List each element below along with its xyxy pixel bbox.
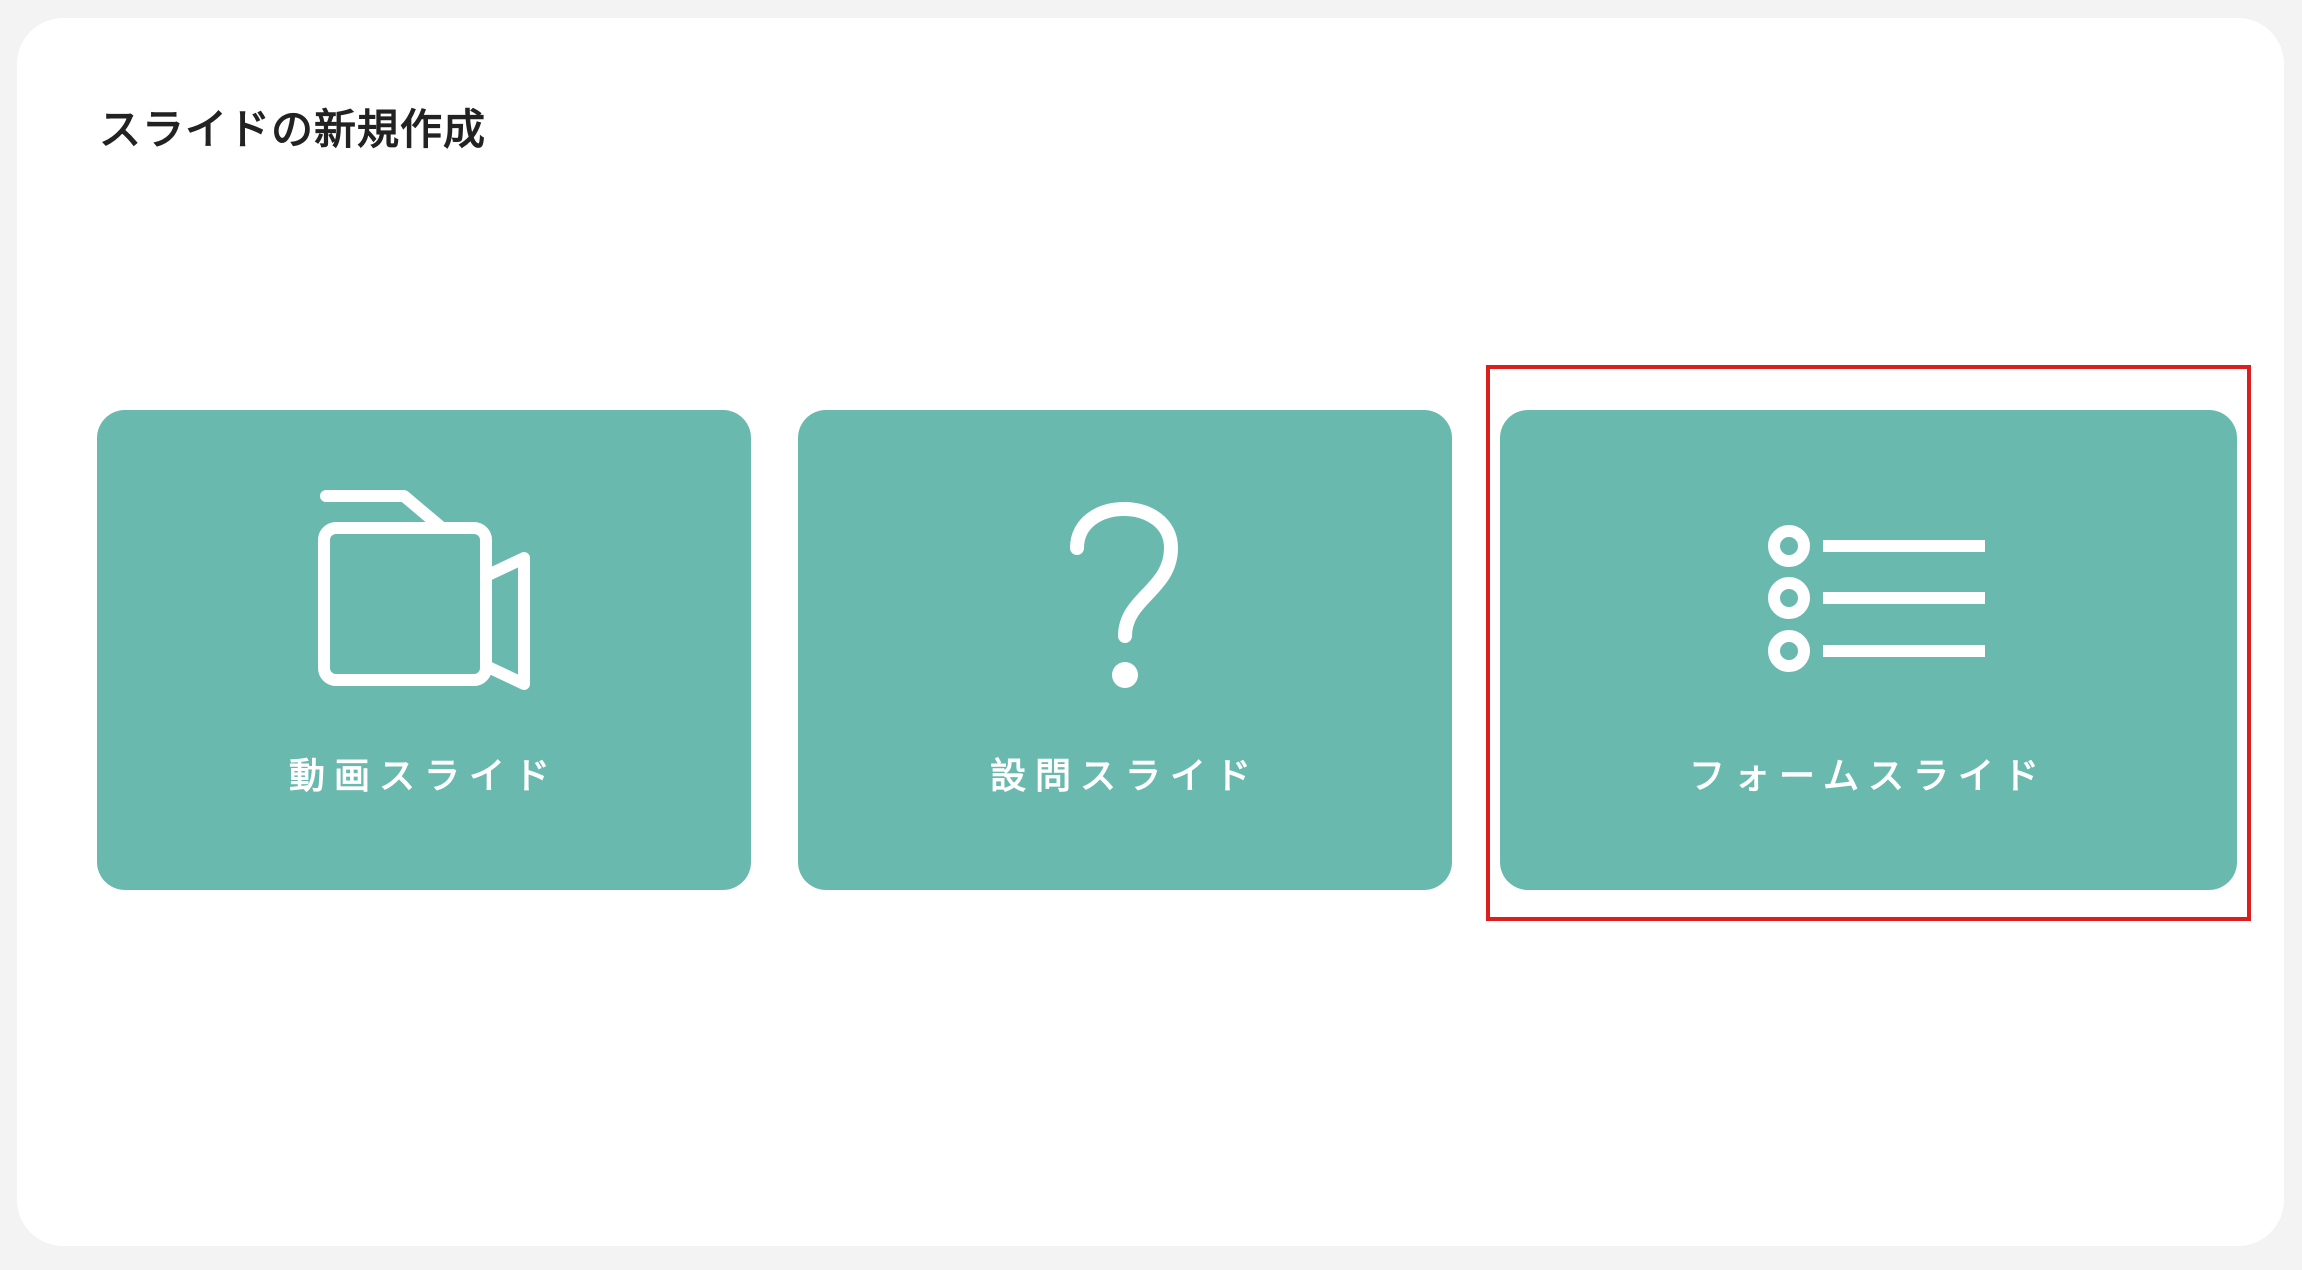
- form-slide-card[interactable]: フォームスライド: [1500, 410, 2237, 890]
- dialog-panel: スライドの新規作成 動画スライド 設問スライド フォームスライド: [17, 18, 2284, 1246]
- video-camera-icon: [318, 490, 530, 690]
- video-slide-card[interactable]: 動画スライド: [97, 410, 751, 890]
- form-slide-label: フォームスライド: [1689, 756, 2048, 797]
- question-slide-card[interactable]: 設問スライド: [798, 410, 1452, 890]
- question-mark-icon: [1070, 502, 1178, 688]
- list-icon: [1767, 525, 1985, 672]
- question-slide-label: 設問スライド: [989, 756, 1260, 797]
- page-title: スライドの新規作成: [99, 105, 487, 154]
- video-slide-label: 動画スライド: [288, 756, 559, 797]
